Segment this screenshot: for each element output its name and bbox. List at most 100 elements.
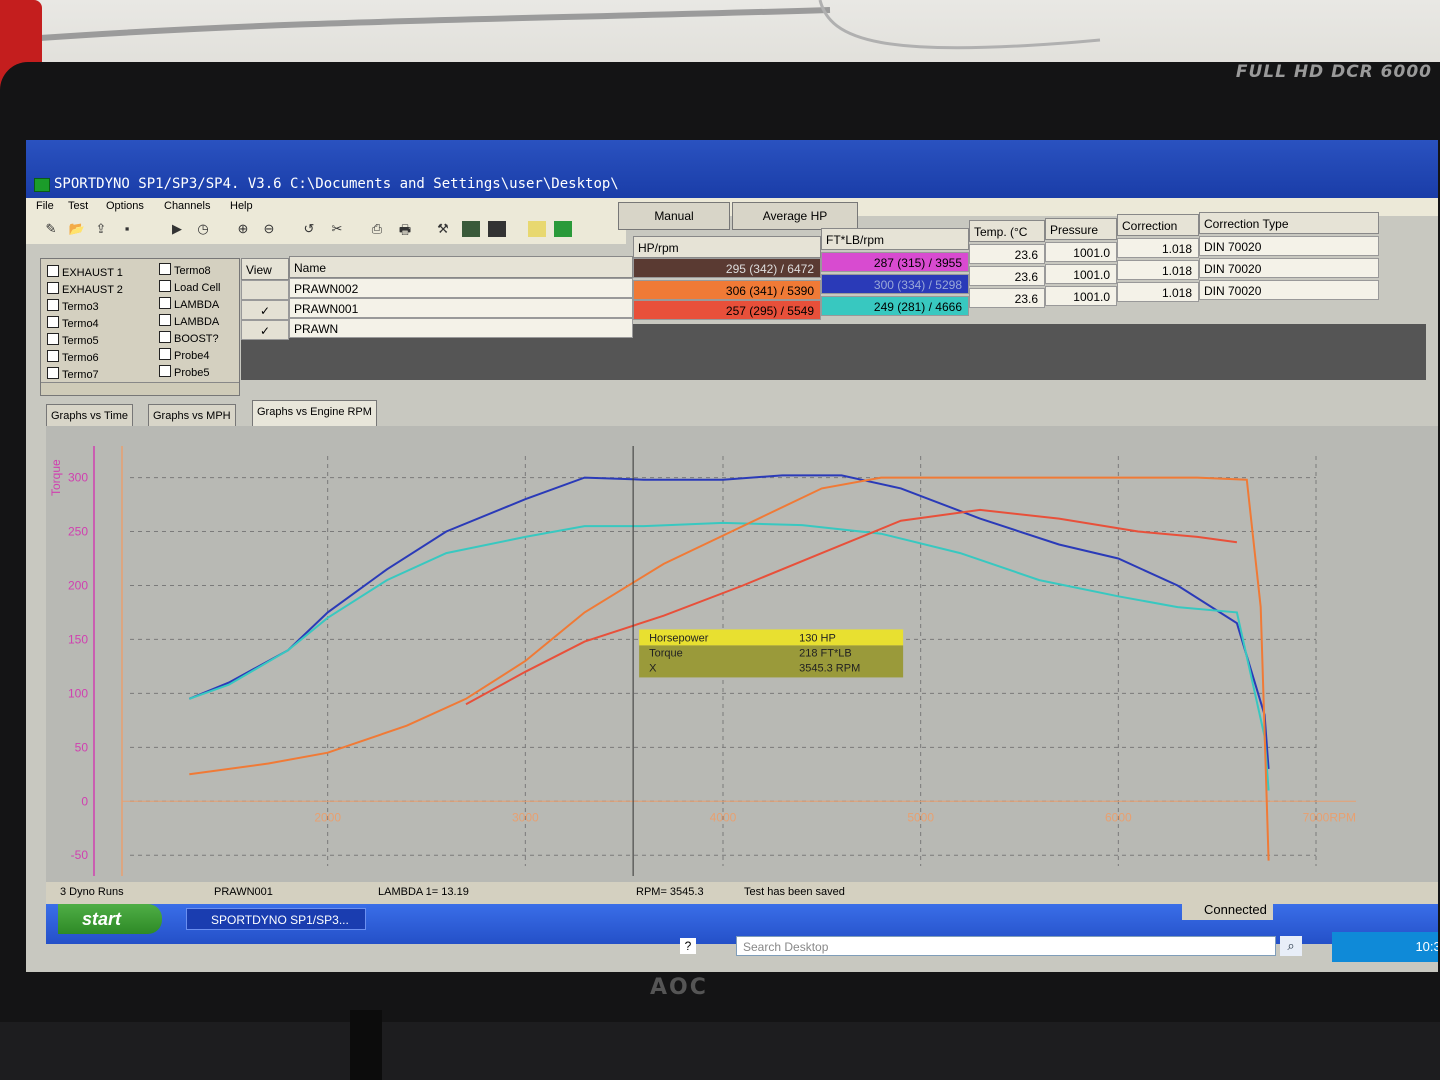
x-tick-label: 3000 [512,810,539,824]
menu-channels[interactable]: Channels [164,200,210,212]
desktop-search-input[interactable]: Search Desktop [736,936,1276,956]
run-torque-value: 249 (281) / 4666 [821,296,969,316]
header-temp: Temp. (°C [969,220,1045,242]
tooltip-label: Horsepower [649,632,709,644]
x-tick-label: 2000 [314,810,341,824]
status-run-name: PRAWN001 [214,886,273,898]
channel-lambda-2[interactable]: LAMBDA [159,314,219,328]
run-correction-value: 1.018 [1117,282,1199,302]
help-icon[interactable]: ? [680,938,696,954]
tab-graphs-vs-time[interactable]: Graphs vs Time [46,404,134,428]
header-pressure: Pressure [1045,218,1117,240]
y-tick-label: 50 [75,740,89,754]
start-button[interactable]: start [58,904,162,934]
monitor-model-label: FULL HD DCR 6000 [1235,62,1432,82]
y-axis-label: Torque [49,459,63,496]
run-temp-value: 23.6 [969,266,1045,286]
taskbar-sportdyno[interactable]: SPORTDYNO SP1/SP3... [186,908,366,930]
series-line [188,474,1270,769]
run-pressure-value: 1001.0 [1045,286,1117,306]
status-rpm: RPM= 3545.3 [636,886,704,898]
tab-graphs-vs-mph[interactable]: Graphs vs MPH [148,404,236,428]
header-name: Name [289,256,633,278]
dyno-chart[interactable]: Torque 300 250 200 150 100 50 0 -50 2000 3000 4000 5… [46,426,1438,882]
channel-exhaust-2[interactable]: EXHAUST 2 [47,282,123,296]
run-correction-value: 1.018 [1117,238,1199,258]
clock: 10:33 [1415,939,1438,954]
window-title: SPORTDYNO SP1/SP3/SP4. V3.6 C:\Documents… [54,176,619,192]
new-icon[interactable]: ✎ [42,221,60,237]
x-tick-label: 7000 [1303,810,1330,824]
connection-status: Connected [1182,900,1273,920]
row-view-checkbox[interactable]: ✓ [241,320,289,340]
run-hp-value: 295 (342) / 6472 [633,258,821,278]
tooltip-label: X [649,662,657,674]
system-tray: 10:33 [1332,932,1438,962]
y-tick-label: 150 [68,632,88,646]
menu-test[interactable]: Test [68,200,88,212]
y-tick-label: 300 [68,471,88,485]
run-name[interactable]: PRAWN [289,318,633,338]
header-torque: FT*LB/rpm [821,228,969,250]
channel-exhaust-1[interactable]: EXHAUST 1 [47,265,123,279]
y-tick-label: 200 [68,578,88,592]
connection-label: Connected [1204,902,1267,917]
run-temp-value: 23.6 [969,288,1045,308]
channel-termo7[interactable]: Termo7 [47,367,99,381]
y-tick-label: 100 [68,686,88,700]
menu-help[interactable]: Help [230,200,253,212]
run-temp-value: 23.6 [969,244,1045,264]
channel-lambda-1[interactable]: LAMBDA [159,297,219,311]
run-correction-type: DIN 70020 [1199,280,1379,300]
channel-termo6[interactable]: Termo6 [47,350,99,364]
row-view-cell[interactable] [241,280,289,300]
run-hp-value: 257 (295) / 5549 [633,300,821,320]
screen: SPORTDYNO SP1/SP3/SP4. V3.6 C:\Documents… [26,140,1438,972]
header-hp: HP/rpm [633,236,821,258]
search-icon[interactable]: ⌕ [1280,936,1302,956]
gauge-icon[interactable]: ◷ [194,221,212,237]
run-correction-value: 1.018 [1117,260,1199,280]
x-axis-unit: RPM [1329,810,1356,824]
run-name[interactable]: PRAWN002 [289,278,633,298]
header-correction: Correction [1117,214,1199,236]
play-icon[interactable]: ▶ [168,221,186,237]
channel-termo5[interactable]: Termo5 [47,333,99,347]
run-correction-type: DIN 70020 [1199,258,1379,278]
channel-scrollbar[interactable] [41,382,239,395]
tab-graphs-vs-engine-rpm[interactable]: Graphs vs Engine RPM [252,400,377,428]
status-lambda: LAMBDA 1= 13.19 [378,886,469,898]
header-correction-type: Correction Type [1199,212,1379,234]
channel-probe5[interactable]: Probe5 [159,365,209,379]
menu-options[interactable]: Options [106,200,144,212]
dyno-chart-svg: Torque 300 250 200 150 100 50 0 -50 2000 3000 4000 5… [49,446,1356,876]
y-tick-label: -50 [71,848,89,862]
save-icon[interactable]: ▪ [118,221,136,237]
window-titlebar[interactable]: SPORTDYNO SP1/SP3/SP4. V3.6 C:\Documents… [26,140,1438,198]
channel-load-cell[interactable]: Load Cell [159,280,220,294]
run-pressure-value: 1001.0 [1045,242,1117,262]
header-view: View [241,258,289,280]
open-icon[interactable]: 📂 [68,221,86,237]
tooltip-value: 130 HP [799,632,836,644]
menu-file[interactable]: File [36,200,54,212]
channel-termo8[interactable]: Termo8 [159,263,211,277]
tooltip-value: 218 FT*LB [799,647,852,659]
x-tick-label: 5000 [907,810,934,824]
taskbar: Connected start SPORTDYNO SP1/SP3... ? S… [46,900,1438,962]
channel-selector: EXHAUST 1 EXHAUST 2 Termo3 Termo4 Termo5… [40,258,240,396]
monitor-logo: AOC [650,975,708,1000]
run-torque-value: 300 (334) / 5298 [821,274,969,294]
channel-termo4[interactable]: Termo4 [47,316,99,330]
import-icon[interactable]: ⇪ [92,221,110,237]
x-tick-label: 4000 [710,810,737,824]
channel-boost[interactable]: BOOST? [159,331,219,345]
status-run-count: 3 Dyno Runs [60,886,124,898]
channel-termo3[interactable]: Termo3 [47,299,99,313]
run-hp-value: 306 (341) / 5390 [633,280,821,300]
y-tick-label: 0 [81,794,88,808]
run-name[interactable]: PRAWN001 [289,298,633,318]
monitor-cable [350,1010,382,1080]
row-view-checkbox[interactable]: ✓ [241,300,289,320]
channel-probe4[interactable]: Probe4 [159,348,209,362]
